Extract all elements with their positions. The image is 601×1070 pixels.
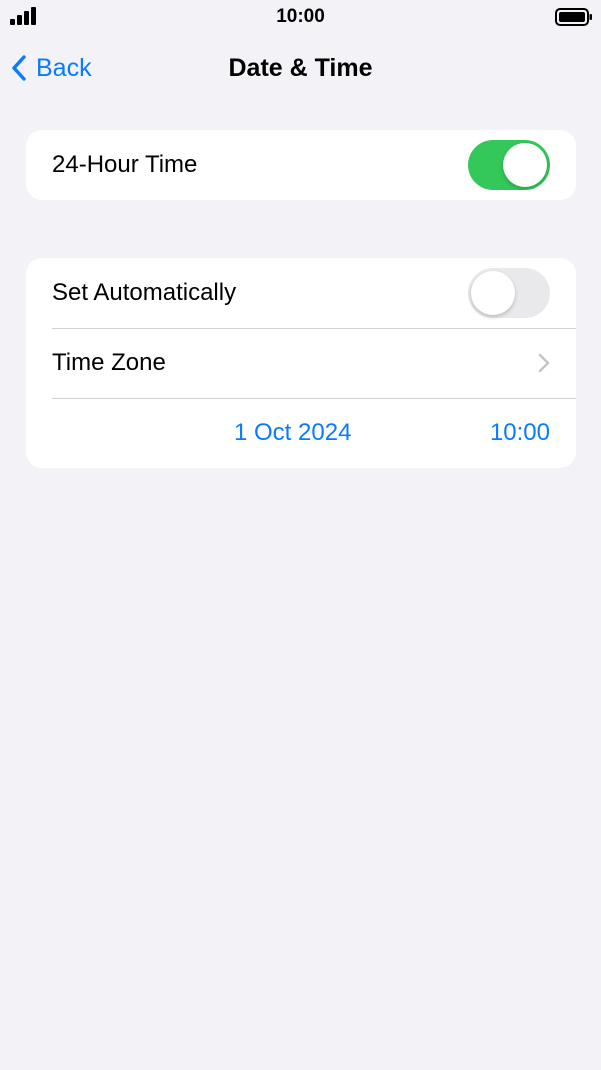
hour24-toggle[interactable] <box>468 140 550 190</box>
set-automatically-row: Set Automatically <box>26 258 576 328</box>
time-picker-value[interactable]: 10:00 <box>490 419 550 447</box>
row-divider <box>52 328 576 329</box>
set-automatically-toggle[interactable] <box>468 268 550 318</box>
navigation-bar: Back Date & Time <box>0 44 601 92</box>
page-title: Date & Time <box>228 54 373 82</box>
hour24-row: 24-Hour Time <box>26 130 576 200</box>
hour24-group: 24-Hour Time <box>26 130 576 200</box>
time-zone-row[interactable]: Time Zone <box>26 328 576 398</box>
row-divider <box>52 398 576 399</box>
battery-full-icon <box>555 8 592 26</box>
toggle-knob <box>503 143 547 187</box>
hour24-label: 24-Hour Time <box>52 151 198 178</box>
status-bar: 10:00 <box>0 0 601 34</box>
date-picker-value[interactable]: 1 Oct 2024 <box>234 419 351 447</box>
status-time: 10:00 <box>276 6 325 27</box>
date-time-picker-row: 1 Oct 2024 10:00 <box>26 398 576 468</box>
toggle-knob <box>471 271 515 315</box>
time-zone-label: Time Zone <box>52 349 166 376</box>
set-automatically-label: Set Automatically <box>52 279 237 306</box>
chevron-right-icon <box>538 353 550 373</box>
date-time-group: Set Automatically Time Zone 1 Oct 2024 1… <box>26 258 576 468</box>
